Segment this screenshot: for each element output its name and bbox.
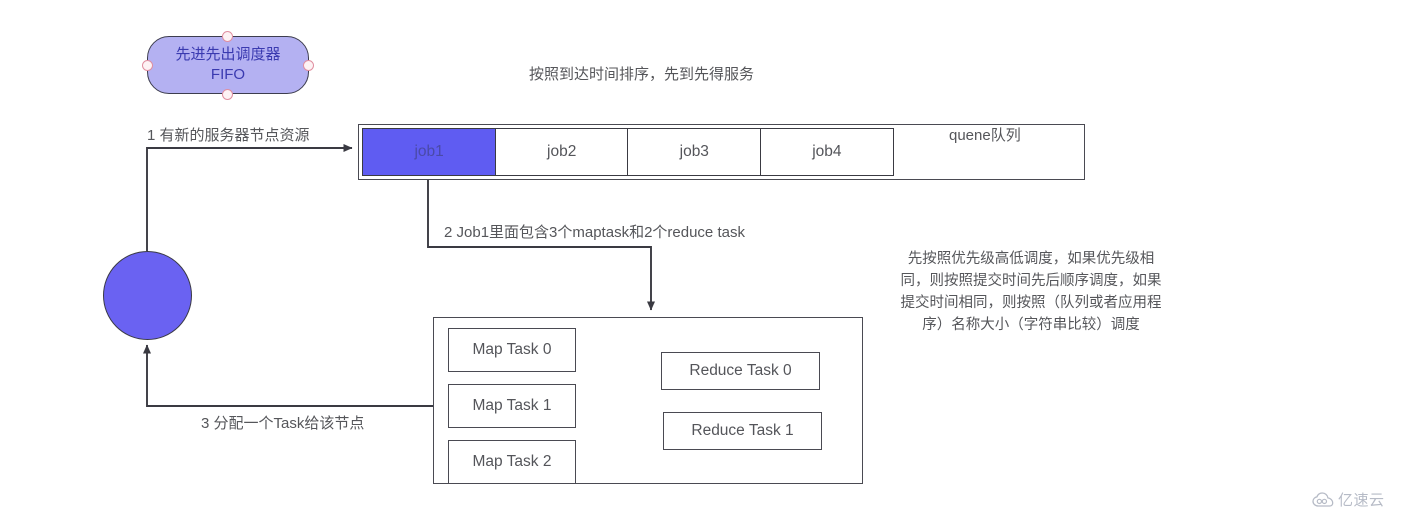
priority-rule-line: 同，则按照提交时间先后顺序调度，如果 bbox=[900, 273, 1162, 290]
priority-rule-note: 先按照优先级高低调度，如果优先级相 同，则按照提交时间先后顺序调度，如果 提交时… bbox=[872, 248, 1190, 336]
fifo-node-subtitle: FIFO bbox=[210, 66, 246, 83]
flow-label-step-2: 2 Job1里面包含3个maptask和2个reduce task bbox=[444, 224, 745, 241]
queue-job-cell[interactable]: job4 bbox=[759, 128, 894, 176]
queue-arrow-label: quene队列 bbox=[949, 127, 1021, 144]
node-handle-top-icon[interactable] bbox=[222, 31, 233, 42]
queue-job-list: job1 job2 job3 job4 bbox=[362, 128, 894, 176]
fifo-node-title: 先进先出调度器 bbox=[175, 46, 281, 64]
flow-arrow-3 bbox=[143, 344, 433, 407]
flow-arrow-2 bbox=[427, 180, 655, 311]
server-node-circle[interactable] bbox=[103, 251, 192, 340]
watermark: 亿速云 bbox=[1312, 489, 1385, 510]
node-handle-bottom-icon[interactable] bbox=[222, 89, 233, 100]
cloud-icon bbox=[1312, 491, 1334, 507]
map-task-box[interactable]: Map Task 2 bbox=[448, 440, 576, 484]
queue-job-cell[interactable]: job1 bbox=[362, 128, 497, 176]
node-handle-right-icon[interactable] bbox=[303, 60, 314, 71]
map-task-box[interactable]: Map Task 1 bbox=[448, 384, 576, 428]
priority-rule-line: 序）名称大小（字符串比较）调度 bbox=[922, 317, 1140, 334]
diagram-canvas: 先进先出调度器 FIFO 按照到达时间排序，先到先得服务 job1 job2 j… bbox=[0, 0, 1413, 521]
priority-rule-line: 先按照优先级高低调度，如果优先级相 bbox=[907, 251, 1155, 267]
priority-rule-line: 提交时间相同，则按照（队列或者应用程 bbox=[900, 295, 1162, 312]
watermark-text: 亿速云 bbox=[1338, 492, 1385, 509]
node-handle-left-icon[interactable] bbox=[142, 60, 153, 71]
flow-label-step-3: 3 分配一个Task给该节点 bbox=[201, 415, 365, 432]
queue-job-cell[interactable]: job2 bbox=[494, 128, 629, 176]
fifo-scheduler-node[interactable]: 先进先出调度器 FIFO bbox=[147, 36, 309, 94]
queue-job-cell[interactable]: job3 bbox=[627, 128, 762, 176]
reduce-task-box[interactable]: Reduce Task 1 bbox=[663, 412, 822, 450]
queue-caption: 按照到达时间排序，先到先得服务 bbox=[529, 66, 755, 83]
flow-label-step-1: 1 有新的服务器节点资源 bbox=[147, 127, 310, 144]
reduce-task-box[interactable]: Reduce Task 0 bbox=[661, 352, 820, 390]
map-task-box[interactable]: Map Task 0 bbox=[448, 328, 576, 372]
flow-arrow-1 bbox=[146, 144, 353, 251]
